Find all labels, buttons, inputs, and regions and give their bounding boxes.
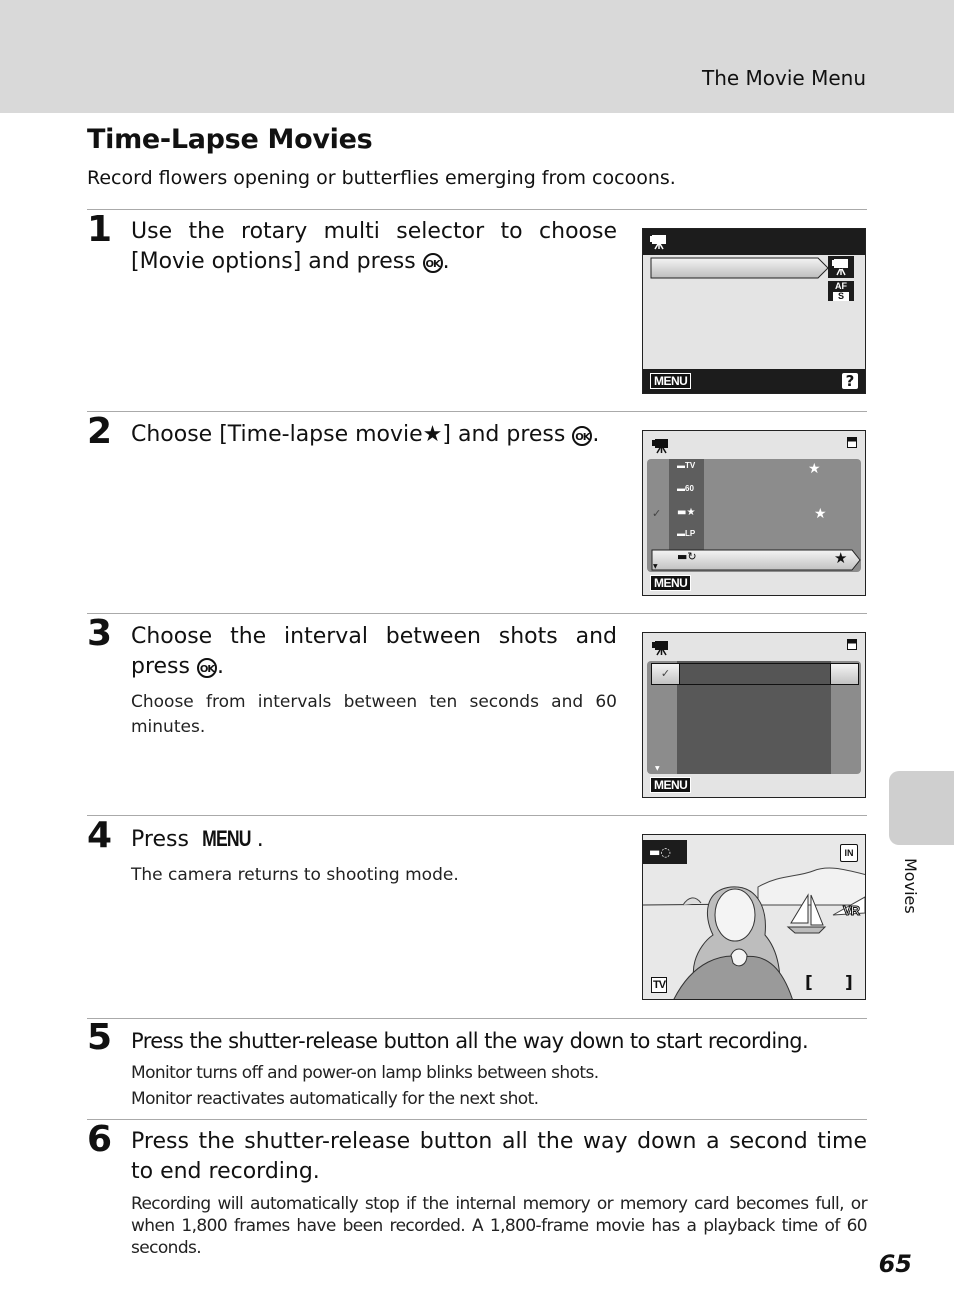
ok-button-icon: OK xyxy=(197,658,217,678)
camera-screen-4: ▬◌ IN VR TV [ ] xyxy=(642,834,866,1000)
header-band xyxy=(0,0,954,113)
ok-button-icon: OK xyxy=(422,253,443,273)
step-5-note-2: Monitor reactivates automatically for th… xyxy=(131,1089,539,1109)
check-icon: ✓ xyxy=(652,507,662,520)
movie-options-icon[interactable] xyxy=(828,256,854,278)
scroll-position-icon xyxy=(847,639,857,650)
step-text: Use the rotary multi selector to choose … xyxy=(131,219,617,274)
period: . xyxy=(217,654,224,679)
tv-movie-icon: TV xyxy=(651,977,668,993)
step-5-text: Press the shutter-release button all the… xyxy=(131,1029,809,1053)
intro-text: Record flowers opening or butterflies em… xyxy=(87,167,676,189)
list-item[interactable]: ▬★ xyxy=(677,507,695,518)
step-5-note-1: Monitor turns off and power-on lamp blin… xyxy=(131,1063,599,1083)
focus-bracket-right: ] xyxy=(845,973,853,993)
step-number: 6 xyxy=(87,1119,113,1160)
row-end-cap xyxy=(830,664,858,684)
focus-bracket-left: [ xyxy=(805,973,813,993)
internal-memory-icon: IN xyxy=(840,844,858,862)
af-label: AF xyxy=(835,281,847,291)
step-number: 1 xyxy=(87,209,113,250)
help-icon: ? xyxy=(842,373,858,389)
section-thumb-tab[interactable] xyxy=(889,771,954,845)
camera-screen-1: AF S MENU ? xyxy=(642,228,866,394)
divider xyxy=(87,1119,867,1120)
selected-menu-item[interactable] xyxy=(650,256,830,280)
time-lapse-mode-icon: ▬◌ xyxy=(643,840,687,864)
step-text: Press xyxy=(131,827,189,852)
menu-icon: MENU xyxy=(650,575,692,591)
camera-screen-2: ▬TV ★ ▬60 ✓ ▬★ ★ ▬LP ▬↻ ★ ▼ MENU xyxy=(642,430,866,596)
scroll-position-icon xyxy=(847,437,857,448)
item-code: TV xyxy=(685,461,696,470)
step-4-note: The camera returns to shooting mode. xyxy=(131,865,459,885)
af-mode-icon[interactable]: AF S xyxy=(828,281,854,301)
star-icon: ★ xyxy=(834,549,848,567)
step-1-text: Use the rotary multi selector to choose … xyxy=(131,217,617,277)
period: . xyxy=(592,422,600,447)
step-number: 4 xyxy=(87,815,113,856)
step-6-note: Recording will automatically stop if the… xyxy=(131,1194,868,1258)
scroll-down-icon[interactable]: ▼ xyxy=(655,765,660,772)
scroll-down-icon[interactable]: ▼ xyxy=(653,563,658,570)
section-tab-label: Movies xyxy=(901,858,920,914)
step-2-text: Choose [Time-lapse movie★] and press OK. xyxy=(131,420,617,450)
page-number: 65 xyxy=(878,1250,912,1278)
step-number: 5 xyxy=(87,1017,113,1058)
menu-icon: MENU xyxy=(650,777,692,793)
section-title: The Movie Menu xyxy=(701,66,866,90)
divider xyxy=(87,815,867,816)
list-item[interactable]: ▬TV xyxy=(677,461,695,470)
item-code: ↻ xyxy=(687,550,697,563)
divider xyxy=(87,411,867,412)
item-code: 60 xyxy=(685,484,694,493)
divider xyxy=(87,209,867,210)
vr-icon: VR xyxy=(842,903,860,919)
period: . xyxy=(256,827,264,852)
divider xyxy=(87,1018,867,1019)
period: . xyxy=(442,249,450,274)
check-icon: ✓ xyxy=(652,664,680,684)
item-code: LP xyxy=(685,529,696,538)
step-number: 3 xyxy=(87,613,113,654)
selected-interval-row[interactable]: ✓ xyxy=(651,663,859,685)
divider xyxy=(87,613,867,614)
time-lapse-icon: ▬↻ xyxy=(677,550,697,563)
menu-icon: MENU xyxy=(650,373,692,389)
step-number: 2 xyxy=(87,411,113,452)
page-title: Time-Lapse Movies xyxy=(87,124,373,155)
step-6-text: Press the shutter-release button all the… xyxy=(131,1129,867,1184)
star-icon: ★ xyxy=(814,506,827,522)
step-3-text: Choose the interval between shots and pr… xyxy=(131,622,617,682)
camera-screen-3: ✓ ▼ MENU xyxy=(642,632,866,798)
star-icon: ★ xyxy=(808,461,821,477)
menu-button-icon: MENU xyxy=(201,826,251,851)
step-text: Choose [Time-lapse movie★] and press xyxy=(131,422,566,447)
movie-icon xyxy=(652,641,668,656)
screen-title-bar xyxy=(643,229,865,255)
movie-icon xyxy=(650,235,666,250)
s-label: S xyxy=(833,292,849,301)
ok-button-icon: OK xyxy=(572,426,593,446)
list-item[interactable]: ▬60 xyxy=(677,484,694,493)
step-4-text: Press MENU. xyxy=(131,824,617,855)
movie-icon xyxy=(652,439,668,454)
step-3-note: Choose from intervals between ten second… xyxy=(131,692,617,737)
list-item[interactable]: ▬LP xyxy=(677,529,695,538)
